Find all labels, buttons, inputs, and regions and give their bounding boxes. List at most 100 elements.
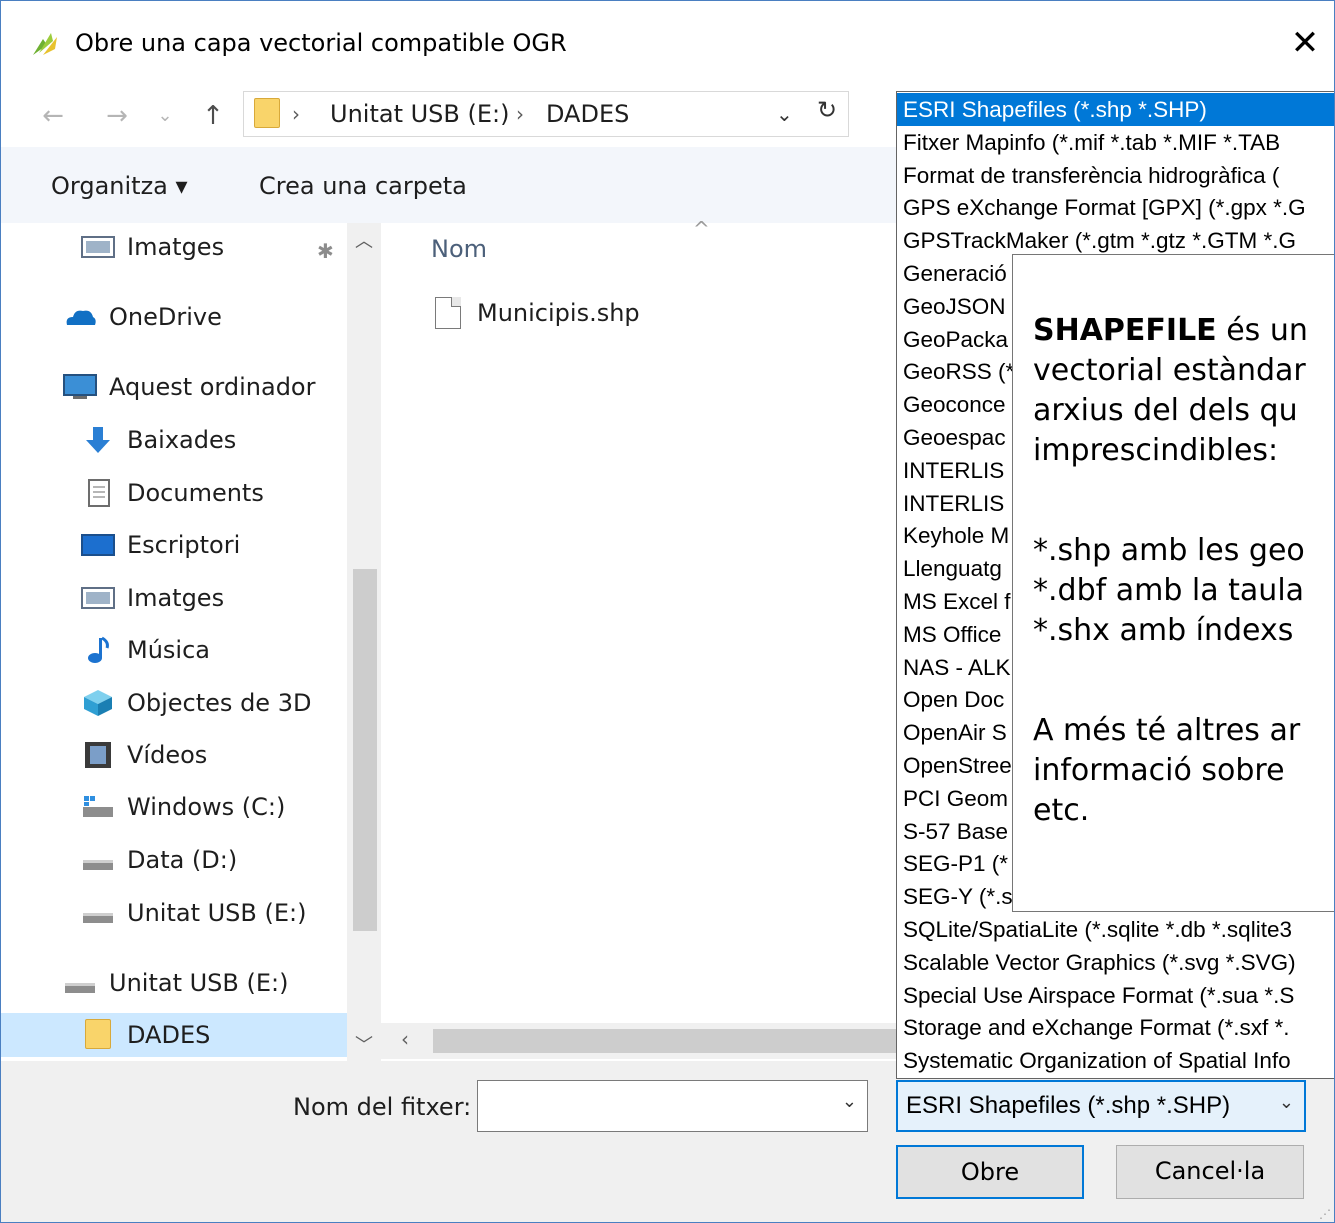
sidebar-item-usb-e-sub[interactable]: Unitat USB (E:) — [1, 891, 347, 935]
videos-icon — [85, 742, 111, 768]
file-type-option[interactable]: Storage and eXchange Format (*.sxf *. — [897, 1011, 1334, 1044]
navigation-pane: Imatges ✱ ︿ ﹀ OneDrive Aquest ordinador … — [1, 223, 381, 1061]
music-icon — [88, 636, 109, 663]
sidebar-item-documents[interactable]: Documents — [1, 471, 347, 515]
sidebar-item-label: Imatges — [127, 233, 225, 261]
sidebar-item-dades[interactable]: DADES — [1, 1013, 347, 1057]
sidebar-item-escriptori[interactable]: Escriptori — [1, 523, 347, 567]
file-type-value: ESRI Shapefiles (*.shp *.SHP) — [906, 1092, 1231, 1119]
new-folder-button[interactable]: Crea una carpeta — [259, 171, 467, 201]
tooltip-line: arxius del dels qu — [1033, 393, 1298, 428]
filename-input[interactable]: ⌄ — [477, 1080, 868, 1132]
documents-icon — [88, 479, 110, 507]
refresh-button[interactable]: ↻ — [807, 91, 847, 129]
file-type-option[interactable]: SQLite/SpatiaLite (*.sqlite *.db *.sqlit… — [897, 913, 1334, 946]
sidebar-item-this-pc[interactable]: Aquest ordinador — [1, 365, 347, 409]
sidebar-item-label: Unitat USB (E:) — [109, 969, 289, 997]
organize-menu[interactable]: Organitza ▾ — [51, 171, 188, 201]
tooltip-bold: SHAPEFILE — [1033, 313, 1217, 348]
sidebar-item-label: Documents — [127, 479, 264, 507]
resize-grip-icon[interactable]: ⋰ — [1319, 1207, 1331, 1221]
breadcrumb-separator: › — [516, 102, 524, 126]
file-type-option[interactable]: GPSTrackMaker (*.gtm *.gtz *.GTM *.G — [897, 224, 1334, 257]
sidebar-item-baixades[interactable]: Baixades — [1, 418, 347, 462]
file-list-hscrollbar[interactable]: ‹ — [381, 1023, 896, 1059]
sidebar-item-label: Escriptori — [127, 531, 241, 559]
sidebar-item-label: Aquest ordinador — [109, 373, 316, 401]
sidebar-item-imatges[interactable]: Imatges — [1, 576, 347, 620]
sidebar-item-objectes-3d[interactable]: Objectes de 3D — [1, 681, 347, 725]
tooltip-line: *.shp amb les geo — [1033, 533, 1305, 568]
file-type-option[interactable]: Format de transferència hidrogràfica ( — [897, 159, 1334, 192]
sidebar-item-videos[interactable]: Vídeos — [1, 733, 347, 777]
breadcrumb-usb-drive[interactable]: Unitat USB (E:) — [330, 98, 509, 130]
windows-drive-icon — [83, 796, 113, 817]
forward-button[interactable]: → — [99, 99, 135, 133]
column-header-name[interactable]: Nom — [431, 233, 487, 265]
cancel-button[interactable]: Cancel·la — [1116, 1145, 1304, 1199]
desktop-icon — [81, 534, 115, 556]
tooltip-line: SHAPEFILE és un — [1033, 311, 1308, 350]
sidebar-item-imatges-quick[interactable]: Imatges ✱ — [1, 225, 347, 269]
sidebar-item-usb-e[interactable]: Unitat USB (E:) — [1, 961, 347, 1005]
drive-icon — [83, 913, 113, 923]
title-bar: Obre una capa vectorial compatible OGR ✕ — [1, 1, 1334, 87]
sidebar-item-label: Unitat USB (E:) — [127, 899, 307, 927]
pin-icon: ✱ — [317, 239, 334, 263]
file-list-pane: ^ Nom Municipis.shp ‹ — [381, 217, 896, 1061]
tooltip-line: informació sobre — [1033, 753, 1285, 788]
sidebar-item-label: Imatges — [127, 584, 225, 612]
sidebar-item-label: Data (D:) — [127, 846, 238, 874]
scrollbar-thumb[interactable] — [353, 569, 377, 931]
up-button[interactable]: ↑ — [195, 99, 231, 133]
tooltip-line: *.dbf amb la taula — [1033, 573, 1305, 608]
scroll-up-arrow-icon[interactable]: ︿ — [355, 227, 373, 253]
window-title: Obre una capa vectorial compatible OGR — [75, 29, 567, 57]
sidebar-item-windows-c[interactable]: Windows (C:) — [1, 785, 347, 829]
file-name: Municipis.shp — [477, 299, 640, 327]
folder-icon — [254, 98, 280, 128]
sort-ascending-icon: ^ — [693, 217, 710, 241]
sidebar-item-label: Objectes de 3D — [127, 689, 312, 717]
open-button[interactable]: Obre — [896, 1145, 1084, 1199]
recent-locations-button[interactable]: ⌄ — [153, 99, 177, 133]
breadcrumb-dades[interactable]: DADES — [546, 98, 629, 130]
address-bar[interactable]: › Unitat USB (E:) › DADES ⌄ — [243, 91, 849, 137]
file-type-option[interactable]: Systematic Organization of Spatial Info — [897, 1044, 1334, 1077]
sidebar-item-label: OneDrive — [109, 303, 222, 331]
qgis-icon — [33, 33, 57, 55]
sidebar-item-label: Baixades — [127, 426, 237, 454]
pictures-icon — [81, 587, 115, 609]
file-type-option[interactable]: ESRI Shapefiles (*.shp *.SHP) — [897, 93, 1334, 126]
format-tooltip: SHAPEFILE és un vectorial estàndar arxiu… — [1012, 254, 1334, 912]
file-icon — [435, 297, 461, 329]
drive-icon — [83, 860, 113, 870]
drive-icon — [65, 983, 95, 993]
address-dropdown-button[interactable]: ⌄ — [776, 98, 793, 130]
sidebar-item-label: Windows (C:) — [127, 793, 286, 821]
close-button[interactable]: ✕ — [1283, 21, 1327, 65]
scroll-left-arrow-icon[interactable]: ‹ — [401, 1027, 409, 1051]
sidebar-item-label: Música — [127, 636, 210, 664]
chevron-down-icon[interactable]: ⌄ — [842, 1091, 857, 1112]
back-button[interactable]: ← — [35, 99, 71, 133]
breadcrumb-separator: › — [292, 102, 300, 126]
file-type-option[interactable]: Special Use Airspace Format (*.sua *.S — [897, 979, 1334, 1012]
file-type-select[interactable]: ESRI Shapefiles (*.shp *.SHP) ⌄ — [896, 1080, 1306, 1132]
sidebar-item-data-d[interactable]: Data (D:) — [1, 838, 347, 882]
sidebar-item-musica[interactable]: Música — [1, 628, 347, 672]
folder-icon — [85, 1019, 111, 1049]
computer-icon — [63, 374, 97, 399]
file-type-option[interactable]: Fitxer Mapinfo (*.mif *.tab *.MIF *.TAB — [897, 126, 1334, 159]
sidebar-item-label: DADES — [127, 1021, 211, 1049]
open-vector-layer-dialog: Obre una capa vectorial compatible OGR ✕… — [0, 0, 1335, 1223]
nav-pane-scrollbar[interactable]: ︿ ﹀ — [347, 223, 381, 1061]
file-type-option[interactable]: Scalable Vector Graphics (*.svg *.SVG) — [897, 946, 1334, 979]
command-bar: Organitza ▾ Crea una carpeta — [1, 147, 896, 223]
scrollbar-thumb[interactable] — [433, 1029, 896, 1053]
tooltip-line: *.shx amb índexs — [1033, 613, 1294, 648]
sidebar-item-onedrive[interactable]: OneDrive — [1, 295, 347, 339]
file-type-option[interactable]: GPS eXchange Format [GPX] (*.gpx *.G — [897, 191, 1334, 224]
scroll-down-arrow-icon[interactable]: ﹀ — [355, 1031, 373, 1057]
filename-label: Nom del fitxer: — [293, 1093, 472, 1121]
